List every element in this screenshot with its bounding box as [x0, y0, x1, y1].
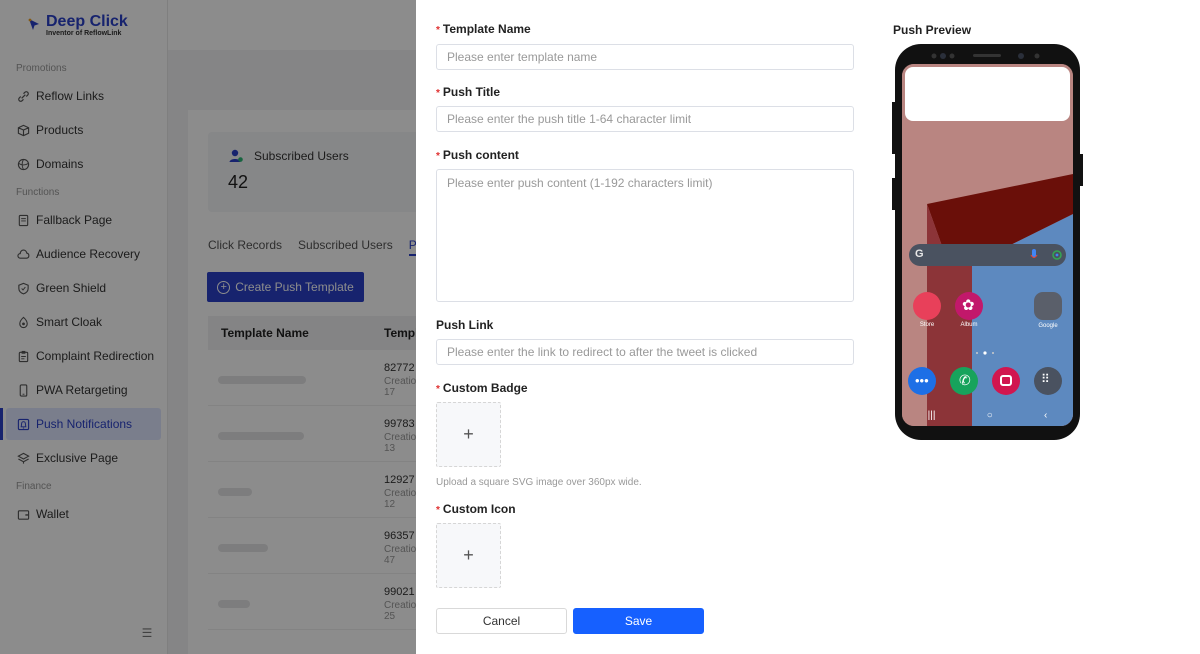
cancel-button[interactable]: Cancel — [436, 608, 567, 634]
custom-icon-label: * Custom Icon — [436, 502, 516, 516]
custom-badge-hint: Upload a square SVG image over 360px wid… — [436, 477, 642, 488]
phone-mockup: G Store ✿ Album Google ••• ✆ ⠿ ||| ○ ‹ — [892, 44, 1083, 440]
phone-side-button — [892, 178, 895, 210]
album-app-label: Album — [960, 322, 978, 328]
store-app-label: Store — [919, 322, 935, 328]
modal-overlay[interactable] — [0, 0, 416, 654]
required-mark: * — [436, 88, 440, 99]
plus-icon: + — [463, 424, 474, 444]
template-name-label: * Template Name — [436, 22, 531, 36]
phone-navigation-bar: ||| ○ ‹ — [902, 404, 1073, 426]
push-title-input[interactable] — [436, 106, 854, 132]
google-g-icon: G — [915, 248, 924, 260]
album-app-icon: ✿ — [955, 292, 983, 320]
google-folder-icon — [1034, 292, 1062, 320]
apps-grid-icon: ⠿ — [1034, 367, 1062, 395]
push-template-drawer: *Template Name *Push Title *Push content… — [416, 0, 1200, 654]
phone-camera-icon — [931, 53, 1040, 59]
push-link-label: Push Link — [436, 318, 494, 332]
push-content-label: * Push content — [436, 148, 519, 162]
push-preview-title: Push Preview — [893, 23, 972, 37]
required-mark: * — [436, 151, 440, 162]
push-link-input[interactable] — [436, 339, 854, 365]
page-indicator-icon — [976, 351, 994, 355]
camera-app-icon — [992, 367, 1020, 395]
mic-icon — [1030, 249, 1038, 258]
phone-app-icon: ✆ — [950, 367, 978, 395]
home-icon: ○ — [986, 409, 993, 421]
lens-icon — [1052, 250, 1062, 260]
required-mark: * — [436, 25, 440, 36]
custom-badge-upload[interactable]: + — [436, 402, 501, 467]
store-app-icon — [913, 292, 941, 320]
custom-badge-label: * Custom Badge — [436, 381, 528, 395]
google-folder-label: Google — [1038, 323, 1058, 329]
recent-apps-icon: ||| — [927, 409, 936, 421]
save-button[interactable]: Save — [573, 608, 704, 634]
push-content-textarea[interactable] — [436, 169, 854, 302]
plus-icon: + — [463, 545, 474, 565]
push-title-label: * Push Title — [436, 85, 501, 99]
required-mark: * — [436, 384, 440, 395]
template-name-input[interactable] — [436, 44, 854, 70]
messages-app-icon: ••• — [908, 367, 936, 395]
phone-side-button — [1080, 154, 1083, 186]
back-icon: ‹ — [1044, 409, 1048, 421]
phone-screen: G Store ✿ Album Google ••• ✆ ⠿ ||| ○ ‹ — [902, 64, 1073, 426]
google-search-bar: G — [909, 244, 1066, 266]
phone-side-button — [892, 102, 895, 154]
push-notification-preview — [905, 67, 1070, 121]
required-mark: * — [436, 505, 440, 516]
custom-icon-upload[interactable]: + — [436, 523, 501, 588]
